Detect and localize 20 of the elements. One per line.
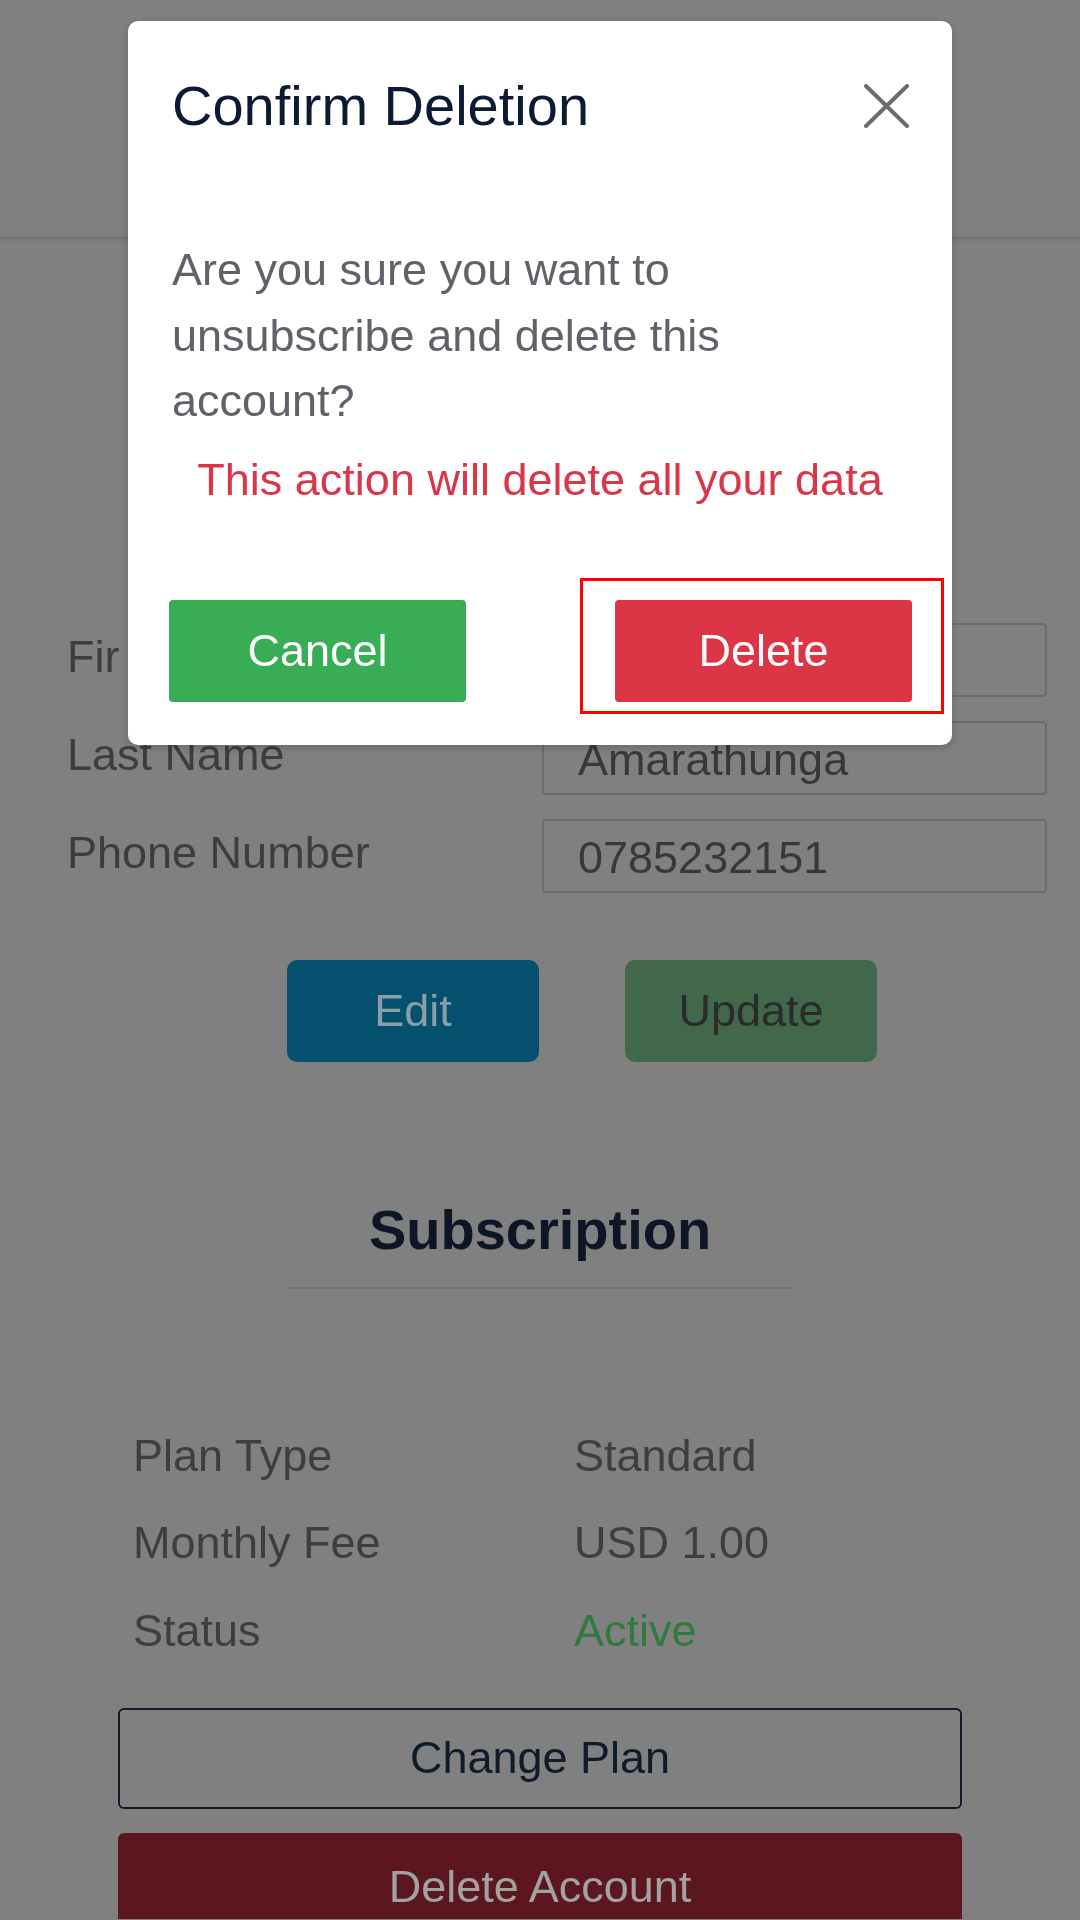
detail-label: Plan Type — [133, 1428, 333, 1483]
input-field[interactable]: 0785232151 — [542, 819, 1047, 893]
detail-label: Monthly Fee — [133, 1516, 381, 1571]
edit-button[interactable]: Edit — [287, 960, 539, 1062]
delete-button[interactable]: Delete — [615, 600, 912, 702]
section-title: Subscription — [368, 1197, 712, 1263]
field-label: Fir — [67, 630, 120, 684]
detail-label: Status — [133, 1603, 261, 1658]
dialog-title: Confirm Deletion — [172, 73, 590, 139]
change-plan-button[interactable]: Change Plan — [118, 1707, 962, 1809]
cancel-button[interactable]: Cancel — [169, 600, 466, 702]
warning-text: This action will delete all your data — [197, 452, 883, 507]
delete-account-button[interactable]: Delete Account — [118, 1832, 962, 1919]
detail-value: Standard — [574, 1428, 757, 1483]
detail-value: USD 1.00 — [574, 1516, 770, 1571]
close-icon[interactable] — [864, 84, 909, 128]
dialog-message: Are you sure you want to unsubscribe and delete this account? — [172, 243, 721, 428]
update-button[interactable]: Update — [625, 960, 877, 1062]
field-label: Phone Number — [67, 826, 370, 880]
status-value: Active — [574, 1603, 697, 1658]
